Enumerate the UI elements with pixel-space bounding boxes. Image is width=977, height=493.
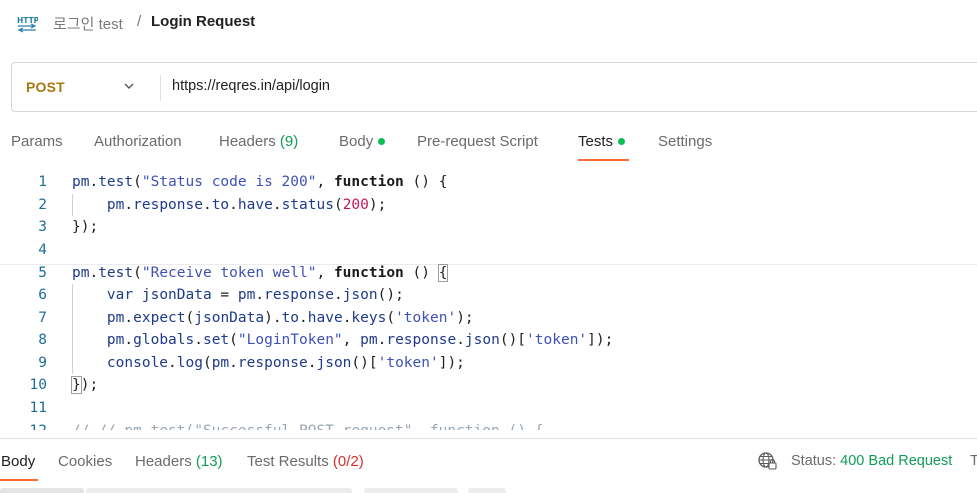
- tab-prerequest-label: Pre-request Script: [417, 133, 538, 150]
- tab-body[interactable]: Body: [339, 133, 386, 150]
- code-line: 12 // // pm.test("Successful POST reques…: [0, 423, 977, 430]
- response-format-tab[interactable]: [0, 488, 84, 493]
- response-format-select[interactable]: [364, 488, 458, 493]
- request-title[interactable]: Login Request: [151, 13, 255, 30]
- tab-headers-count: (9): [279, 133, 299, 150]
- line-number: 10: [29, 377, 47, 394]
- line-number: 5: [38, 265, 47, 282]
- method-label: POST: [26, 79, 65, 95]
- code-text: // // pm.test("Successful POST request",…: [72, 423, 543, 430]
- code-line: 6 var jsonData = pm.response.json();: [0, 287, 977, 310]
- code-line: 8 pm.globals.set("LoginToken", pm.respon…: [0, 332, 977, 355]
- method-select[interactable]: POST: [12, 63, 160, 111]
- response-status[interactable]: Status: 400 Bad Request: [791, 453, 952, 469]
- tests-indicator-dot: [618, 137, 626, 145]
- tab-settings[interactable]: Settings: [658, 133, 712, 150]
- line-number: 3: [38, 219, 47, 236]
- response-toolbar-partial: [0, 488, 977, 493]
- code-text: });: [72, 219, 99, 236]
- code-line: 5 pm.test("Receive token well", function…: [0, 264, 977, 287]
- code-line: 10 });: [0, 376, 977, 400]
- line-number: 6: [38, 287, 47, 303]
- tab-params-label: Params: [11, 133, 63, 150]
- code-line: 9 console.log(pm.response.json()['token'…: [0, 355, 977, 378]
- request-url-bar: POST https://reqres.in/api/login: [11, 62, 977, 112]
- code-text: console.log(pm.response.json()['token'])…: [106, 354, 465, 371]
- response-tab-headers[interactable]: Headers (13): [135, 453, 223, 470]
- breadcrumb-collection[interactable]: 로그인 test: [53, 13, 123, 34]
- tests-code-editor[interactable]: 1 pm.test("Status code is 200", function…: [0, 172, 977, 430]
- code-line: 4: [0, 242, 977, 265]
- tab-headers-label: Headers: [219, 133, 276, 150]
- response-headers-label: Headers: [135, 453, 192, 470]
- svg-text:HTTP: HTTP: [17, 16, 38, 25]
- chevron-down-icon: [124, 83, 134, 89]
- line-number: 11: [29, 400, 47, 416]
- code-line: 3 });: [0, 219, 977, 242]
- code-text: });: [71, 376, 99, 395]
- line-number: 7: [38, 309, 47, 326]
- code-line: 2 pm.response.to.have.status(200);: [0, 197, 977, 220]
- tab-settings-label: Settings: [658, 133, 713, 150]
- globe-network-icon[interactable]: [757, 451, 777, 471]
- tab-tests[interactable]: Tests: [578, 133, 626, 150]
- http-icon: HTTP: [17, 16, 38, 33]
- response-tab-body[interactable]: Body: [1, 453, 35, 470]
- body-indicator-dot: [378, 137, 386, 145]
- line-number: 9: [38, 354, 47, 371]
- active-tab-underline: [578, 159, 629, 161]
- code-text: pm.response.to.have.status(200);: [106, 196, 387, 213]
- response-view-option[interactable]: [86, 488, 352, 493]
- response-time-label[interactable]: T: [970, 453, 977, 469]
- line-number: 12: [20, 423, 47, 430]
- active-response-tab-underline: [0, 479, 38, 481]
- response-headers-count: (13): [195, 453, 223, 470]
- tab-authorization-label: Authorization: [94, 133, 182, 150]
- line-number: 1: [38, 174, 47, 190]
- response-tab-test-results[interactable]: Test Results (0/2): [247, 453, 364, 470]
- code-text: pm.expect(jsonData).to.have.keys('token'…: [106, 309, 474, 326]
- tab-headers[interactable]: Headers (9): [219, 133, 298, 150]
- code-text: pm.test("Receive token well", function (…: [72, 264, 449, 283]
- response-tab-cookies[interactable]: Cookies: [58, 453, 112, 470]
- code-line: 7 pm.expect(jsonData).to.have.keys('toke…: [0, 310, 977, 333]
- test-results-count: (0/2): [332, 453, 364, 470]
- response-wrap-toggle[interactable]: [468, 488, 506, 493]
- code-line: 1 pm.test("Status code is 200", function…: [0, 174, 977, 197]
- line-number: 8: [38, 332, 47, 349]
- tab-tests-label: Tests: [578, 133, 614, 150]
- request-tabs: Params Authorization Headers (9) Body Pr…: [0, 128, 977, 164]
- line-number: 4: [38, 241, 47, 258]
- status-label: Status:: [791, 453, 837, 469]
- line-number: 2: [38, 196, 47, 213]
- code-text: pm.test("Status code is 200", function (…: [72, 174, 448, 190]
- test-results-label: Test Results: [247, 453, 329, 470]
- breadcrumb-separator: /: [137, 13, 142, 30]
- tab-body-label: Body: [339, 133, 374, 150]
- tab-prerequest-script[interactable]: Pre-request Script: [417, 133, 538, 150]
- response-bar: Body Cookies Headers (13) Test Results (…: [0, 438, 977, 482]
- code-text: var jsonData = pm.response.json();: [106, 287, 404, 303]
- url-input[interactable]: https://reqres.in/api/login: [172, 78, 330, 94]
- code-text: pm.globals.set("LoginToken", pm.response…: [106, 332, 614, 349]
- tab-authorization[interactable]: Authorization: [94, 133, 182, 150]
- status-value: 400 Bad Request: [840, 453, 953, 469]
- request-header: HTTP 로그인 test / Login Request: [0, 0, 977, 46]
- code-line: 11: [0, 400, 977, 423]
- method-divider: [160, 75, 161, 101]
- tab-params[interactable]: Params: [11, 133, 63, 150]
